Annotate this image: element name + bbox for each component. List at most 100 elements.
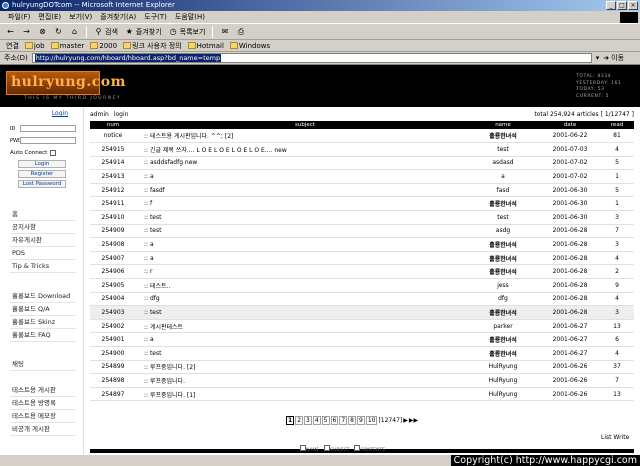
table-row[interactable]: 254911:: f 흘룡한녀석 2001-06-30 1 [90, 196, 634, 212]
row-name[interactable]: 흘룡한녀석 [466, 332, 540, 347]
link-master[interactable]: master [50, 42, 84, 50]
page-link[interactable]: 3 [304, 416, 312, 425]
page-link[interactable]: 6 [330, 416, 339, 425]
back-button[interactable]: ← [6, 27, 15, 36]
nav-test-guestbook[interactable]: 테스트용 방명록 [10, 397, 76, 410]
table-row[interactable]: 254914:: asddsfadfg new asdasd 2001-07-02 5 [90, 156, 634, 171]
row-subject[interactable]: :: fasdf [136, 183, 466, 198]
row-subject[interactable]: :: a [136, 169, 466, 184]
row-subject[interactable]: :: 루프중입니다. [136, 373, 466, 388]
row-name[interactable]: HulRyung [466, 373, 540, 388]
close-button[interactable]: × [628, 1, 638, 10]
row-name[interactable]: 흘룡한녀석 [466, 305, 540, 320]
row-name[interactable]: jess [466, 278, 540, 293]
row-subject[interactable]: :: 테스트용 게시판입니다. ^^; [2] [136, 129, 466, 144]
link-2000[interactable]: 2000 [90, 42, 117, 50]
col-subject[interactable]: subject [136, 121, 466, 129]
nav-home[interactable]: 홈 [10, 208, 76, 221]
go-button[interactable]: ➜ 이동 [603, 53, 624, 63]
nav-faq[interactable]: 흘룡보드 FAQ [10, 329, 76, 342]
table-row[interactable]: 254907:: a 흘룡한녀석 2001-06-28 4 [90, 251, 634, 266]
table-row[interactable]: 254899:: 루프중입니다. [2] HulRyung 2001-06-26 37 [90, 360, 634, 375]
nav-test-memo[interactable]: 테스트용 메모장 [10, 410, 76, 423]
table-row[interactable]: 254904:: dfg dfg 2001-06-28 4 [90, 292, 634, 307]
row-name[interactable]: 흘룡한녀석 [466, 129, 540, 144]
row-name[interactable]: 흘룡한녀석 [466, 237, 540, 252]
write-button[interactable]: Write [613, 434, 629, 441]
nav-free-board[interactable]: 자유게시판 [10, 234, 76, 247]
row-subject[interactable]: :: r [136, 264, 466, 280]
row-subject[interactable]: :: 게시판테스트 [136, 319, 466, 334]
site-logo[interactable]: hulryung.com [6, 71, 125, 95]
row-name[interactable]: asdasd [466, 156, 540, 171]
row-subject[interactable]: :: a [136, 332, 466, 347]
nav-private-board[interactable]: 비공개 게시판 [10, 423, 76, 436]
row-name[interactable]: parker [466, 319, 540, 334]
row-subject[interactable]: :: 루프중입니다. [2] [136, 360, 466, 375]
col-num[interactable]: num [90, 121, 136, 129]
table-row[interactable]: 254909:: test asdg 2001-06-28 7 [90, 224, 634, 239]
link-windows[interactable]: Windows [229, 42, 270, 50]
page-link[interactable]: 4 [312, 416, 321, 425]
row-name[interactable]: 흘룡한녀석 [466, 346, 540, 361]
row-subject[interactable]: :: 루프중입니다. [1] [136, 387, 466, 402]
table-row[interactable]: 254901:: a 흘룡한녀석 2001-06-27 6 [90, 332, 634, 347]
row-subject[interactable]: :: 테스트.. [136, 278, 466, 293]
search-contents-option[interactable]: CONTENTS [354, 445, 385, 453]
table-row[interactable]: 254908:: a 흘룡한녀석 2001-06-28 3 [90, 237, 634, 252]
stop-button[interactable]: ⊗ [38, 27, 47, 36]
print-button[interactable]: ⎙ [236, 27, 245, 36]
favorites-button[interactable]: ★ 즐겨찾기 [125, 27, 162, 37]
row-name[interactable]: 흘룡한녀석 [466, 196, 540, 212]
row-name[interactable]: asdg [466, 224, 540, 239]
nav-notice[interactable]: 공지사항 [10, 221, 76, 234]
mail-button[interactable]: ✉ [220, 27, 229, 36]
menu-file[interactable]: 파일(F) [8, 12, 30, 22]
row-subject[interactable]: :: a [136, 251, 466, 266]
table-row[interactable]: 254903:: test 흘룡한녀석 2001-06-28 3 [90, 305, 634, 320]
col-name[interactable]: name [466, 121, 540, 129]
row-name[interactable]: test [466, 210, 540, 225]
row-subject[interactable]: :: a [136, 237, 466, 252]
dropdown-arrow-icon[interactable]: ▾ [596, 54, 600, 62]
page-link[interactable]: 2 [295, 416, 304, 425]
row-subject[interactable]: :: test [136, 305, 466, 320]
col-date[interactable]: date [540, 121, 600, 129]
table-row[interactable]: notice:: 테스트용 게시판입니다. ^^; [2] 흘룡한녀석 2001-0… [90, 129, 634, 144]
table-row[interactable]: 254898:: 루프중입니다. HulRyung 2001-06-26 7 [90, 373, 634, 388]
history-button[interactable]: ◷ 목록보기 [169, 27, 206, 37]
last-page-link[interactable]: [12747] [378, 417, 402, 424]
search-subject-option[interactable]: SUBJECT [324, 445, 349, 453]
table-row[interactable]: 254910:: test test 2001-06-30 3 [90, 210, 634, 225]
auto-connect-checkbox[interactable] [50, 150, 57, 156]
table-row[interactable]: 254897:: 루프중입니다. [1] HulRyung 2001-06-26 13 [90, 387, 634, 402]
table-row[interactable]: 254900:: test 흘룡한녀석 2001-06-27 4 [90, 346, 634, 361]
menu-view[interactable]: 보기(V) [69, 12, 92, 22]
row-subject[interactable]: :: 긴글 제목 쓰자.... L O E L O E L O E L O E.… [136, 142, 466, 157]
page-link[interactable]: 7 [339, 416, 348, 425]
search-button[interactable]: ⚲ 검색 [94, 27, 118, 37]
address-input[interactable]: http://hulryung.com/hboard/hboard.asp?bd… [31, 53, 592, 63]
table-row[interactable]: 254905:: 테스트.. jess 2001-06-28 9 [90, 278, 634, 293]
row-name[interactable]: dfg [466, 292, 540, 307]
nav-pds[interactable]: PDS [10, 247, 76, 260]
menu-tools[interactable]: 도구(T) [144, 12, 167, 22]
next-icon[interactable]: ▶ [403, 417, 408, 424]
nav-qa[interactable]: 흘룡보드 Q/A [10, 303, 76, 316]
pwd-input[interactable] [20, 137, 76, 144]
row-subject[interactable]: :: test [136, 346, 466, 361]
login-button[interactable]: Login [18, 160, 66, 168]
col-read[interactable]: read [600, 121, 634, 129]
row-name[interactable]: fasd [466, 183, 540, 198]
row-subject[interactable]: :: dfg [136, 292, 466, 307]
lost-password-button[interactable]: Lost Password [18, 180, 66, 188]
page-link[interactable]: 8 [348, 416, 356, 425]
row-name[interactable]: HulRyung [466, 360, 540, 375]
next-block-icon[interactable]: ▶▶ [409, 417, 418, 424]
link-job[interactable]: job [24, 42, 45, 50]
page-link[interactable]: 9 [356, 416, 365, 425]
minimize-button[interactable]: _ [606, 1, 616, 10]
table-row[interactable]: 254912:: fasdf fasd 2001-06-30 5 [90, 183, 634, 198]
table-row[interactable]: 254906:: r 흘룡한녀석 2001-06-28 2 [90, 264, 634, 280]
register-button[interactable]: Register [18, 170, 66, 178]
